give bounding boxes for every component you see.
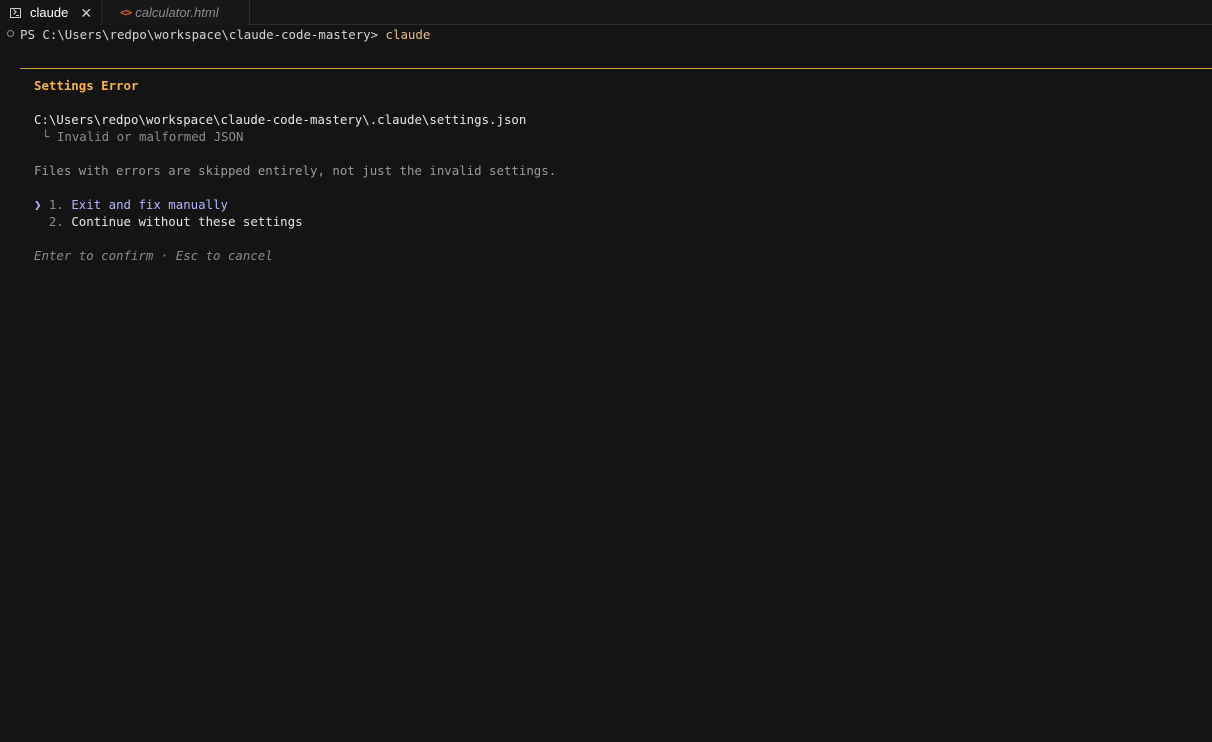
dialog-divider [20,68,1212,69]
option-number: 2. [48,214,64,229]
keyboard-hint: Enter to confirm · Esc to cancel [34,248,273,263]
option-label: Continue without these settings [71,214,303,229]
option-exit-and-fix[interactable]: ❯ 1. Exit and fix manually [34,196,228,213]
option-label: Exit and fix manually [71,197,228,212]
prompt-line: PS C:\Users\redpo\workspace\claude-code-… [20,26,430,43]
tab-label: claude [30,5,69,20]
code-icon: <> [120,6,132,19]
tree-branch-icon: └ [42,129,57,144]
option-number: 1. [48,197,64,212]
prompt-path: PS C:\Users\redpo\workspace\claude-code-… [20,27,379,42]
tab-label: calculator.html [135,5,219,20]
tab-claude-terminal[interactable]: claude ✕ [0,0,102,25]
selection-chevron-icon: ❯ [34,197,49,212]
editor-tab-bar: claude ✕ <> calculator.html [0,0,1212,25]
file-error-note: └ Invalid or malformed JSON [42,128,243,145]
terminal-icon [10,7,21,18]
prompt-command: claude [385,27,431,42]
close-icon[interactable]: ✕ [80,6,92,20]
settings-file-path: C:\Users\redpo\workspace\claude-code-mas… [34,112,527,127]
dialog-info-text: Files with errors are skipped entirely, … [34,163,557,178]
dialog-title: Settings Error [34,78,139,93]
file-error-text: Invalid or malformed JSON [56,129,244,144]
tab-calculator-html[interactable]: <> calculator.html [102,0,250,25]
option-continue-without-settings[interactable]: 2. Continue without these settings [34,213,303,230]
command-status-icon[interactable] [7,30,14,37]
